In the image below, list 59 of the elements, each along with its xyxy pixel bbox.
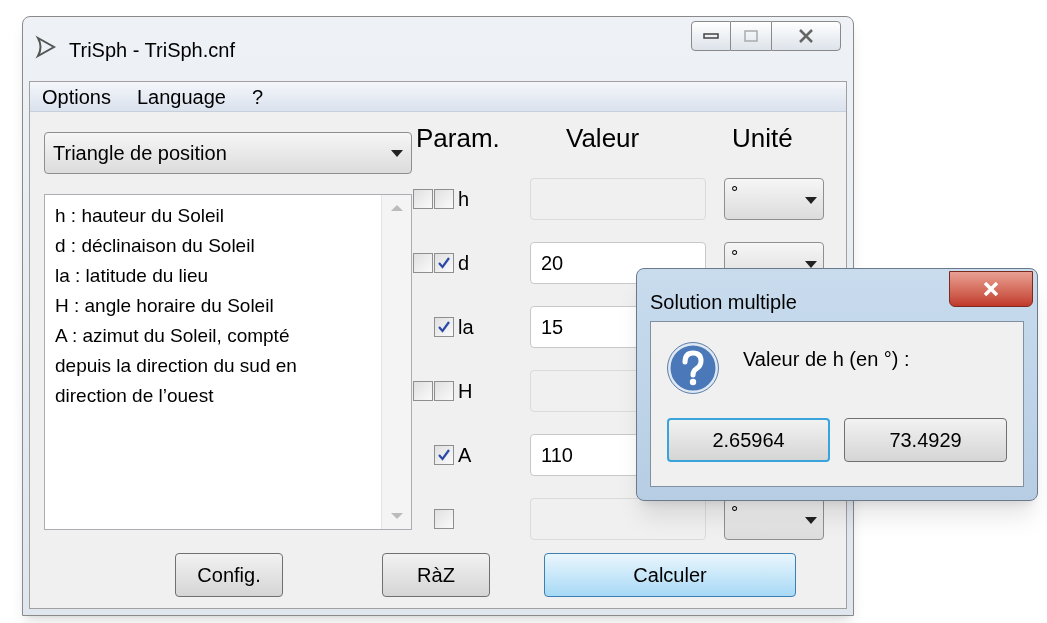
triangle-dropdown[interactable]: Triangle de position — [44, 132, 412, 174]
dialog-message: Valeur de h (en °) : — [743, 347, 910, 372]
solution-button[interactable]: 2.65964 — [667, 418, 831, 462]
description-line: d : déclinaison du Soleil — [55, 234, 256, 258]
scroll-up-icon[interactable] — [390, 205, 403, 211]
maximize-icon — [744, 30, 758, 42]
action-button[interactable]: Calculer — [544, 553, 796, 597]
unit-dropdown[interactable]: ° — [724, 498, 824, 540]
dialog-close-button[interactable] — [949, 271, 1033, 307]
param-label: A — [458, 443, 472, 468]
action-button[interactable]: Config. — [175, 553, 283, 597]
checkbox[interactable] — [413, 189, 433, 209]
checkbox[interactable] — [413, 253, 433, 273]
column-header: Unité — [731, 122, 794, 155]
solution-button[interactable]: 73.4929 — [844, 418, 1007, 462]
checkbox[interactable] — [434, 253, 454, 273]
param-label: h — [458, 187, 470, 212]
checkbox[interactable] — [434, 509, 454, 529]
value-field[interactable] — [530, 498, 706, 540]
maximize-button[interactable] — [731, 21, 771, 51]
action-button[interactable]: RàZ — [382, 553, 490, 597]
unit-value: ° — [731, 183, 739, 203]
menu-item[interactable]: Language — [136, 81, 226, 112]
description-line: A : azimut du Soleil, compté — [55, 324, 291, 348]
param-label: d — [458, 251, 470, 276]
minimize-icon — [703, 33, 719, 39]
scroll-down-icon[interactable] — [390, 513, 403, 519]
app-icon — [35, 35, 57, 59]
param-label: la — [458, 315, 474, 340]
column-header: Valeur — [565, 122, 641, 155]
close-icon — [982, 282, 1000, 296]
close-button[interactable] — [771, 21, 841, 51]
unit-dropdown[interactable]: ° — [724, 178, 824, 220]
description-line: H : angle horaire du Soleil — [55, 294, 275, 318]
param-label: H — [458, 379, 473, 404]
window-title: TriSph - TriSph.cnf — [69, 38, 235, 63]
checkbox[interactable] — [434, 317, 454, 337]
unit-value: ° — [731, 247, 739, 267]
close-icon — [798, 29, 814, 43]
description-line: depuis la direction du sud en — [55, 354, 298, 378]
unit-value: ° — [731, 503, 739, 523]
column-header: Param. — [415, 122, 501, 155]
checkbox[interactable] — [434, 189, 454, 209]
description-line: la : latitude du lieu — [55, 264, 210, 288]
dropdown-value: Triangle de position — [53, 141, 227, 166]
menu-item[interactable]: Options — [42, 81, 111, 112]
minimize-button[interactable] — [691, 21, 731, 51]
dropdown-arrow-icon — [805, 197, 817, 204]
checkbox[interactable] — [434, 445, 454, 465]
checkbox[interactable] — [434, 381, 454, 401]
scrollbar[interactable] — [381, 195, 411, 529]
description-line: direction de l’ouest — [55, 384, 215, 408]
dropdown-arrow-icon — [805, 517, 817, 524]
menu-item[interactable]: ? — [251, 81, 264, 112]
description-line: h : hauteur du Soleil — [55, 204, 225, 228]
dropdown-arrow-icon — [391, 149, 403, 157]
checkbox[interactable] — [413, 381, 433, 401]
dropdown-arrow-icon — [805, 261, 817, 268]
question-icon — [667, 342, 719, 394]
